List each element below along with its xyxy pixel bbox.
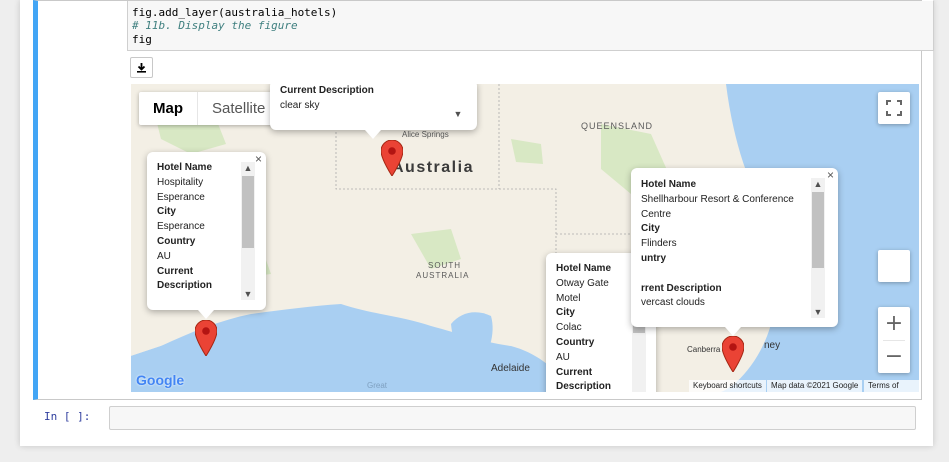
download-button[interactable] (130, 57, 153, 78)
label-queensland: QUEENSLAND (581, 121, 654, 131)
map-data-attribution: Map data ©2021 Google (767, 380, 863, 392)
iw-tail (198, 310, 214, 319)
iw-row: vercast clouds (641, 297, 705, 309)
code-editor[interactable]: fig.add_layer(australia_hotels) # 11b. D… (127, 1, 934, 51)
iw-tail (365, 130, 381, 139)
label-sydney: ney (764, 340, 781, 351)
infowindow-esperance: × Hotel Name Hospitality Esperance City Espe… (147, 152, 266, 310)
label-south: SOUTH (428, 261, 461, 270)
iw-tail (725, 327, 741, 336)
iw-row: untry (641, 252, 666, 264)
map-type-map-button[interactable]: Map (139, 92, 198, 125)
empty-code-cell[interactable] (109, 406, 916, 430)
code-line: fig.add_layer(australia_hotels) (132, 5, 338, 19)
zoom-out-button[interactable]: − (878, 341, 910, 373)
close-icon[interactable]: × (827, 169, 834, 181)
close-icon[interactable]: × (255, 153, 262, 165)
iw-row: Hotel Name (641, 179, 697, 190)
code-line: fig (132, 32, 152, 46)
marker-pin-shellharbour[interactable] (722, 336, 744, 372)
iw-row: Shellharbour Resort & Conference (641, 193, 794, 205)
label-great: Great (367, 381, 388, 390)
iw-label: Current Description (280, 85, 374, 96)
google-map[interactable]: Alice Springs Australia QUEENSLAND SOUTH… (131, 84, 919, 392)
marker-pin-alice[interactable] (381, 140, 403, 176)
marker-pin-esperance[interactable] (195, 320, 217, 356)
map-type-satellite-button[interactable]: Satellite (198, 92, 279, 125)
iw-row: Flinders (641, 238, 677, 250)
terms-of-use-link[interactable]: Terms of Use (864, 380, 919, 392)
street-view-button[interactable] (878, 250, 910, 282)
download-icon (137, 63, 146, 73)
iw-row (641, 267, 838, 282)
fullscreen-icon (886, 100, 902, 116)
label-canberra: Canberra (687, 345, 721, 354)
code-comment: # 11b. Display the figure (132, 19, 298, 32)
map-type-control: Map Satellite (139, 92, 280, 125)
iw-row: Centre (641, 208, 672, 220)
notebook-container: fig.add_layer(australia_hotels) # 11b. D… (20, 0, 934, 446)
google-logo: Google (136, 372, 185, 388)
label-adelaide: Adelaide (491, 363, 530, 374)
zoom-control: + − (878, 307, 910, 373)
infowindow-alice: Current Description clear sky ▼ (270, 84, 477, 130)
zoom-in-button[interactable]: + (878, 308, 910, 340)
label-australia: Australia (392, 159, 474, 176)
iw-scrollbar[interactable]: ▲ ▼ (241, 162, 255, 300)
label-alice-springs: Alice Springs (402, 130, 449, 139)
iw-scrollbar[interactable]: ▼ (451, 84, 465, 120)
infowindow-shellharbour: × Hotel Name Shellharbour Resort & Confer… (631, 168, 838, 327)
iw-scrollbar[interactable]: ▲ ▼ (811, 178, 825, 318)
selected-code-cell[interactable]: fig.add_layer(australia_hotels) # 11b. D… (33, 0, 934, 400)
label-australia-state: AUSTRALIA (416, 271, 470, 280)
iw-row: City (641, 223, 660, 235)
iw-value: clear sky (280, 99, 320, 111)
cell-prompt: In [ ]: (44, 410, 91, 423)
fullscreen-button[interactable] (878, 92, 910, 124)
keyboard-shortcuts-link[interactable]: Keyboard shortcuts (689, 380, 766, 392)
iw-row: rrent Description (641, 282, 722, 294)
